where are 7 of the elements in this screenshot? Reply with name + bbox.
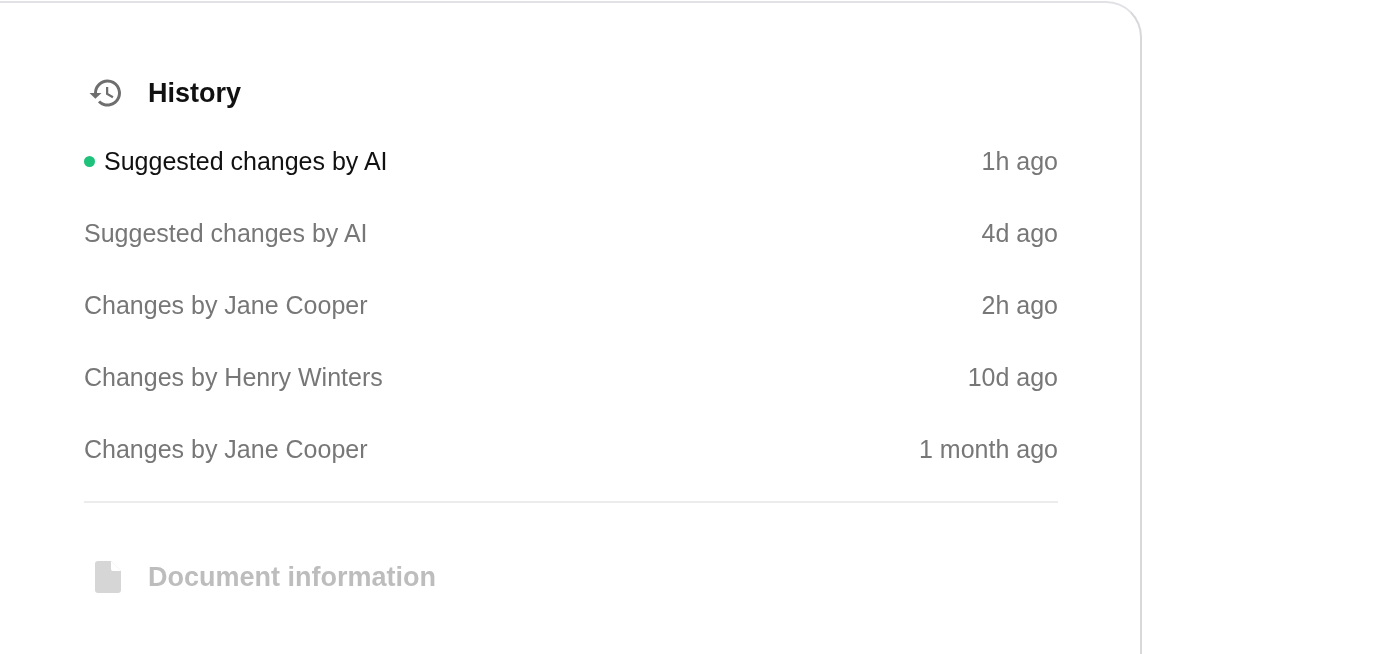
section-title: History — [148, 77, 242, 109]
history-item[interactable]: Suggested changes by AI 4d ago — [84, 197, 1058, 269]
history-item[interactable]: Changes by Henry Winters 10d ago — [84, 341, 1058, 413]
document-icon — [95, 561, 121, 593]
history-item[interactable]: Changes by Jane Cooper 2h ago — [84, 269, 1058, 341]
history-item[interactable]: Suggested changes by AI 1h ago — [84, 125, 1058, 197]
history-item[interactable]: Changes by Jane Cooper 1 month ago — [84, 413, 1058, 485]
